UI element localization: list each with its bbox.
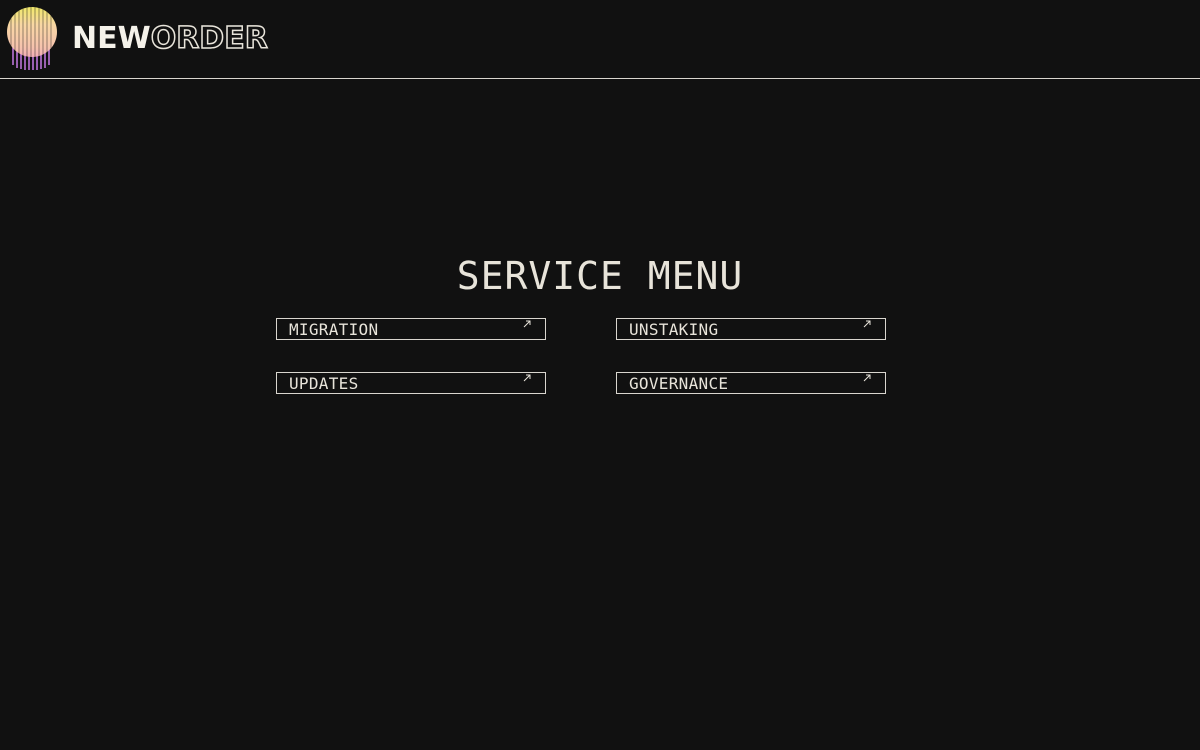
menu-item-unstaking[interactable]: UNSTAKING <box>616 318 886 340</box>
menu-item-label: UPDATES <box>289 374 359 393</box>
menu-item-governance[interactable]: GOVERNANCE <box>616 372 886 394</box>
external-arrow-icon <box>863 320 871 328</box>
menu-item-label: GOVERNANCE <box>629 374 729 393</box>
brand-wordmark-new: NEW <box>72 21 151 56</box>
site-header: NEW ORDER <box>0 0 1200 79</box>
menu-item-updates[interactable]: UPDATES <box>276 372 546 394</box>
brand-wordmark[interactable]: NEW ORDER <box>72 21 269 56</box>
service-menu: MIGRATION UNSTAKING UPDATES GOVERNANCE <box>276 318 886 394</box>
external-arrow-icon <box>523 374 531 382</box>
brand-wordmark-order: ORDER <box>150 21 269 56</box>
page-title: SERVICE MENU <box>456 254 744 298</box>
external-arrow-icon <box>523 320 531 328</box>
menu-item-label: UNSTAKING <box>629 320 719 339</box>
external-arrow-icon <box>863 374 871 382</box>
neworder-sphere-logo-icon[interactable] <box>7 7 57 70</box>
menu-item-label: MIGRATION <box>289 320 379 339</box>
menu-item-migration[interactable]: MIGRATION <box>276 318 546 340</box>
